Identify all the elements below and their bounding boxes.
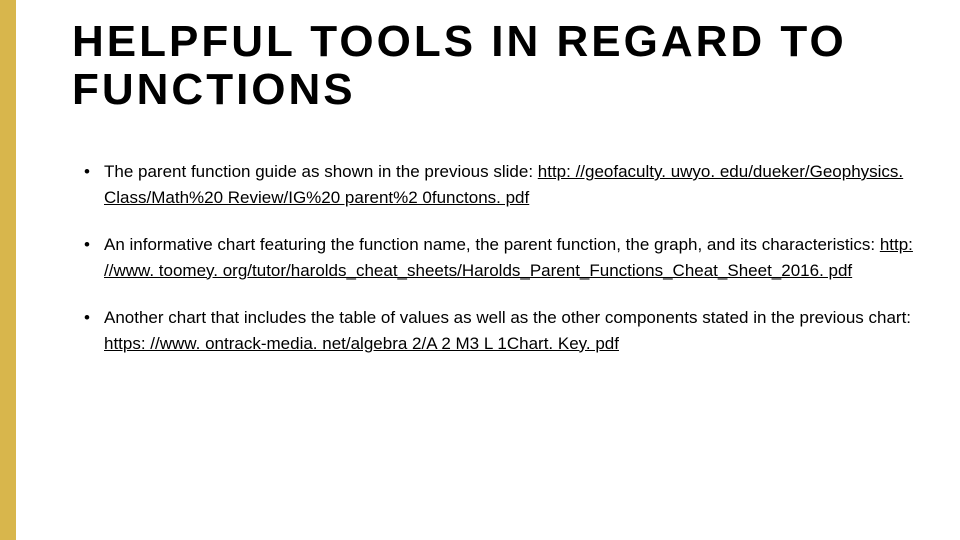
bullet-item-2: An informative chart featuring the funct… xyxy=(84,232,920,283)
bullet-list: The parent function guide as shown in th… xyxy=(72,159,920,356)
bullet-item-3: Another chart that includes the table of… xyxy=(84,305,920,356)
slide: HELPFUL TOOLS IN REGARD TO FUNCTIONS The… xyxy=(0,0,960,540)
bullet-text: Another chart that includes the table of… xyxy=(104,308,911,327)
bullet-item-1: The parent function guide as shown in th… xyxy=(84,159,920,210)
bullet-text: An informative chart featuring the funct… xyxy=(104,235,880,254)
bullet-text: The parent function guide as shown in th… xyxy=(104,162,538,181)
slide-title: HELPFUL TOOLS IN REGARD TO FUNCTIONS xyxy=(72,18,920,113)
bullet-link[interactable]: https: //www. ontrack-media. net/algebra… xyxy=(104,334,619,353)
